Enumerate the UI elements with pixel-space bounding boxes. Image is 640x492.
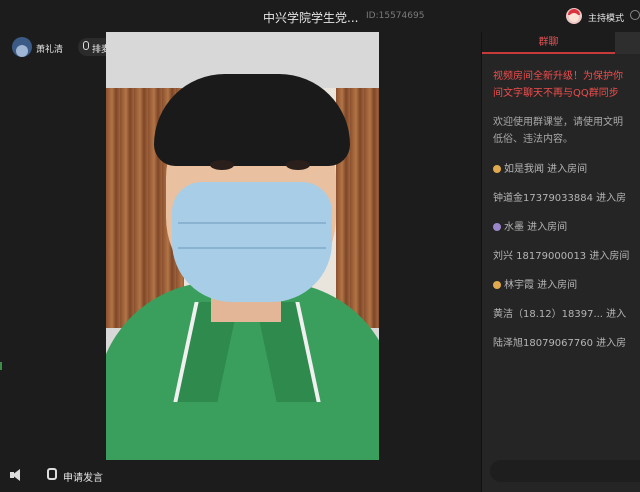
list-item: 黄洁（18.12）18397... 进入: [493, 306, 626, 323]
chat-tab-bar: 群聊: [482, 32, 640, 54]
host-mode-label[interactable]: 主持模式: [588, 11, 624, 24]
tab-other[interactable]: [615, 32, 640, 54]
tab-group-chat[interactable]: 群聊: [482, 32, 615, 54]
user-badge-icon: [493, 223, 501, 231]
mask-fold: [178, 222, 326, 224]
edge-indicator: [0, 362, 2, 370]
list-item: 林宇霞 进入房间: [493, 277, 577, 294]
system-line: 低俗、违法内容。: [493, 134, 573, 145]
video-person-mask: [172, 182, 332, 302]
list-item: 陆泽旭18079067760 进入房: [493, 335, 626, 352]
speaker-icon[interactable]: [12, 469, 20, 481]
list-item: 刘兴 18179000013 进入房间: [493, 248, 629, 265]
host-avatar[interactable]: [566, 8, 582, 24]
join-message: 如是我闻 进入房间: [504, 164, 588, 175]
mic-icon: [83, 41, 89, 50]
list-item: 水墨 进入房间: [493, 219, 567, 236]
apply-speak-button[interactable]: 申请发言: [63, 469, 103, 484]
settings-icon[interactable]: [630, 10, 640, 20]
user-badge-icon: [493, 281, 501, 289]
join-message: 林宇霞 进入房间: [504, 280, 578, 291]
list-item: 钟道金17379033884 进入房: [493, 190, 626, 207]
video-stream: [106, 32, 379, 460]
system-line: 欢迎使用群课堂，请使用文明: [493, 117, 623, 128]
top-bar: 中兴学院学生党... ID:15574695 主持模式: [0, 0, 640, 32]
user-badge-icon: [493, 165, 501, 173]
join-message: 陆泽旭18079067760 进入房: [493, 338, 627, 349]
room-id: ID:15574695: [366, 11, 425, 21]
join-message: 水墨 进入房间: [504, 222, 568, 233]
notice-line: 视频房间全新升级！为保护你: [493, 71, 623, 82]
join-message: 钟道金17379033884 进入房: [493, 193, 627, 204]
video-person-eye: [210, 160, 234, 170]
chat-panel: 群聊 视频房间全新升级！为保护你 间文字聊天不再与QQ群同步 欢迎使用群课堂，请…: [482, 32, 640, 492]
join-message: 黄洁（18.12）18397... 进入: [493, 309, 627, 320]
video-person-hair: [154, 74, 350, 166]
left-panel: [0, 32, 106, 460]
list-item: 如是我闻 进入房间: [493, 161, 587, 178]
video-person-eye: [286, 160, 310, 170]
speaker-name: 萧礼清: [36, 45, 64, 55]
room-title: 中兴学院学生党...: [263, 11, 359, 25]
phone-icon[interactable]: [47, 468, 57, 480]
chat-input[interactable]: [490, 460, 640, 482]
notice-line: 间文字聊天不再与QQ群同步: [493, 88, 619, 99]
mask-fold: [178, 247, 326, 249]
avatar[interactable]: [12, 37, 32, 57]
join-message: 刘兴 18179000013 进入房间: [493, 251, 630, 262]
